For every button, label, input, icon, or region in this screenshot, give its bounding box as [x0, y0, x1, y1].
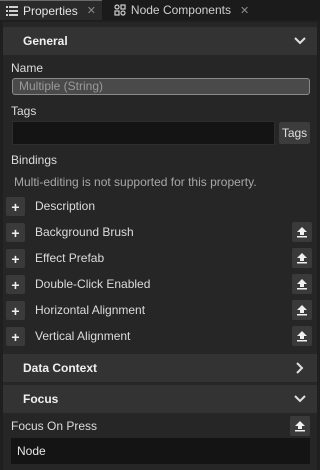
tab-properties-label: Properties: [23, 3, 78, 18]
binding-row: + Double-Click Enabled: [6, 273, 312, 295]
add-binding-button[interactable]: +: [6, 249, 25, 268]
upload-icon: [297, 253, 307, 264]
close-icon[interactable]: ✕: [240, 4, 249, 17]
name-label: Name: [11, 61, 44, 75]
tags-button[interactable]: Tags: [279, 122, 310, 144]
add-binding-button[interactable]: +: [6, 301, 25, 320]
section-focus-header[interactable]: Focus: [3, 385, 317, 413]
section-general-header[interactable]: General: [3, 27, 317, 55]
section-data-context-header[interactable]: Data Context: [3, 354, 317, 382]
upload-button[interactable]: [292, 300, 312, 320]
chevron-down-icon: [294, 37, 306, 45]
tab-bar: Properties ✕ Node Components ✕: [0, 0, 320, 20]
upload-button[interactable]: [292, 222, 312, 242]
tags-label: Tags: [11, 104, 37, 118]
binding-label: Horizontal Alignment: [35, 303, 146, 317]
tab-node-components-label: Node Components: [130, 3, 231, 17]
add-binding-button[interactable]: +: [6, 197, 25, 216]
upload-icon: [297, 279, 307, 290]
close-icon[interactable]: ✕: [87, 4, 96, 17]
chevron-right-icon: [296, 362, 304, 374]
binding-label: Double-Click Enabled: [35, 277, 151, 291]
upload-button[interactable]: [292, 326, 312, 346]
add-binding-button[interactable]: +: [6, 275, 25, 294]
section-title: Focus: [23, 392, 59, 406]
bindings-label: Bindings: [11, 153, 58, 167]
upload-icon: [297, 227, 307, 238]
focus-on-press-label: Focus On Press: [11, 419, 98, 433]
binding-label: Description: [35, 199, 96, 213]
binding-row: + Vertical Alignment: [6, 325, 312, 347]
components-icon: [114, 4, 126, 16]
binding-row: + Description: [6, 195, 312, 217]
upload-icon: [295, 421, 305, 432]
upload-button[interactable]: [292, 248, 312, 268]
list-icon: [6, 5, 18, 17]
binding-row: + Horizontal Alignment: [6, 299, 312, 321]
name-field[interactable]: Multiple (String): [12, 78, 310, 95]
binding-row: + Background Brush: [6, 221, 312, 243]
add-binding-button[interactable]: +: [6, 223, 25, 242]
binding-label: Effect Prefab: [35, 251, 105, 265]
bindings-note: Multi-editing is not supported for this …: [14, 175, 257, 189]
tab-properties[interactable]: Properties ✕: [0, 0, 102, 20]
upload-button[interactable]: [292, 274, 312, 294]
section-title: Data Context: [23, 361, 98, 375]
tab-node-components[interactable]: Node Components ✕: [108, 0, 255, 20]
upload-icon: [297, 305, 307, 316]
binding-row: + Effect Prefab: [6, 247, 312, 269]
add-binding-button[interactable]: +: [6, 327, 25, 346]
upload-icon: [297, 331, 307, 342]
tags-input[interactable]: [12, 121, 275, 145]
chevron-down-icon: [294, 395, 306, 403]
focus-on-press-dropdown[interactable]: Node: [11, 438, 310, 464]
binding-label: Vertical Alignment: [35, 329, 131, 343]
upload-button[interactable]: [290, 416, 310, 436]
section-title: General: [23, 34, 68, 48]
binding-label: Background Brush: [35, 225, 134, 239]
